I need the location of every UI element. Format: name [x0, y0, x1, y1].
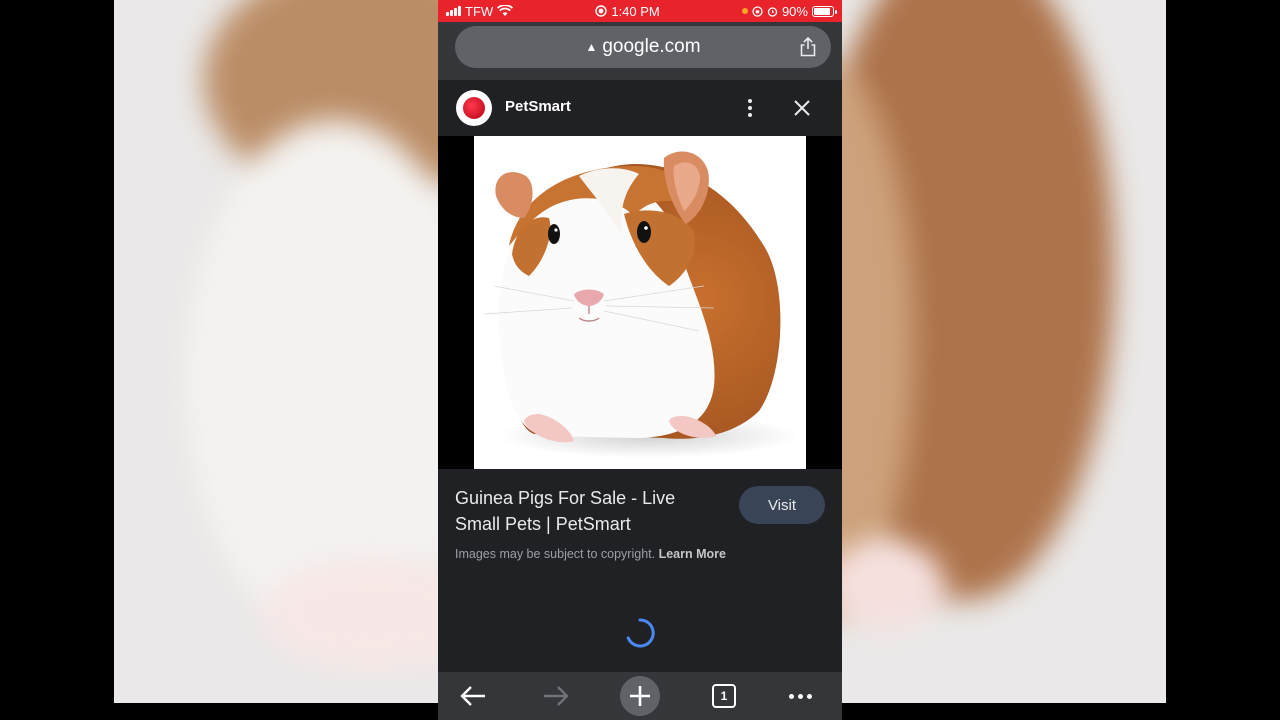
share-button[interactable] [797, 36, 819, 58]
carrier-label: TFW [465, 3, 494, 19]
arrow-right-icon [544, 686, 569, 706]
wifi-icon [497, 5, 514, 16]
orientation-lock-icon [752, 5, 763, 17]
bottom-toolbar: 1 [438, 672, 842, 720]
signal-icon [446, 6, 461, 16]
tab-switcher-button[interactable]: 1 [706, 678, 742, 714]
site-name[interactable]: PetSmart [505, 98, 571, 115]
source-header: PetSmart [438, 80, 842, 136]
petsmart-logo-icon [463, 97, 485, 119]
url-text: google.com [602, 36, 701, 57]
browser-toolbar: ▲ google.com [438, 22, 842, 80]
screen-record-icon [595, 5, 608, 17]
warning-triangle-icon: ▲ [585, 40, 598, 54]
back-button[interactable] [455, 678, 491, 714]
visit-button[interactable]: Visit [739, 486, 825, 524]
guinea-pig-image[interactable] [474, 136, 806, 469]
alarm-icon [767, 6, 778, 17]
new-tab-button[interactable] [620, 676, 660, 716]
more-options-button[interactable] [738, 94, 762, 122]
phone-screen: TFW 1:40 PM 90% ▲ google.com PetSmart Gu… [438, 0, 842, 720]
battery-icon [811, 5, 837, 17]
more-horiz-icon[interactable] [782, 678, 818, 714]
plus-icon [630, 686, 650, 706]
copyright-notice: Images may be subject to copyright. Lear… [455, 547, 726, 561]
image-preview-area [438, 136, 842, 469]
result-title[interactable]: Guinea Pigs For Sale - Live Small Pets |… [455, 485, 725, 537]
battery-percent: 90% [781, 3, 808, 19]
copyright-text: Images may be subject to copyright. [455, 547, 656, 561]
time-label: 1:40 PM [611, 3, 660, 19]
loading-spinner-icon [626, 618, 655, 648]
tab-count: 1 [712, 684, 736, 708]
status-bar: TFW 1:40 PM 90% [438, 0, 842, 22]
arrow-left-icon [460, 686, 485, 706]
forward-button[interactable] [538, 678, 574, 714]
close-icon [794, 100, 810, 116]
learn-more-link[interactable]: Learn More [659, 547, 726, 561]
share-icon [800, 37, 816, 57]
close-button[interactable] [788, 94, 816, 122]
site-logo[interactable] [456, 90, 492, 126]
address-bar[interactable]: ▲ google.com [455, 26, 831, 68]
mic-indicator-icon [741, 8, 748, 14]
